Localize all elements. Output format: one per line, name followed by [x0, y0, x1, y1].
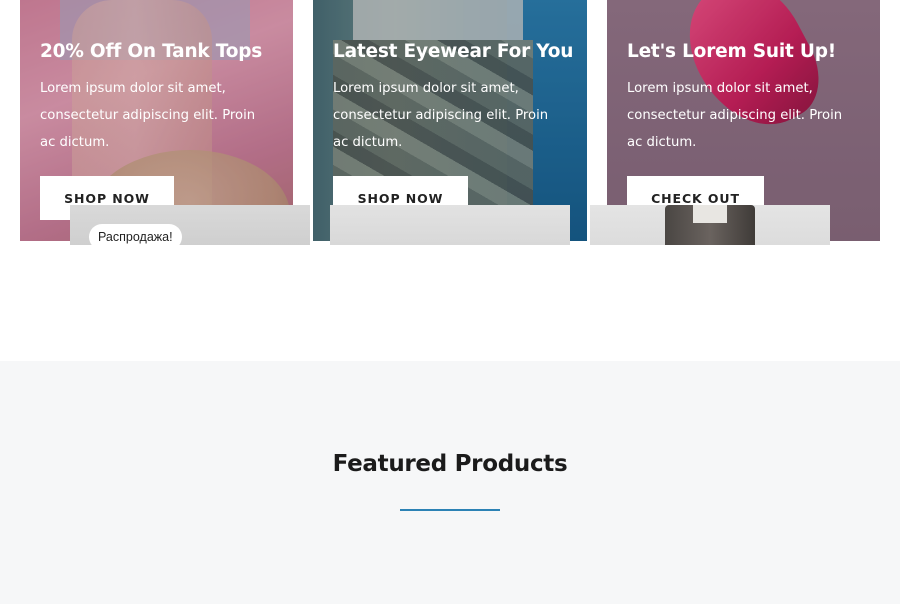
- promo-title: Let's Lorem Suit Up!: [627, 41, 837, 62]
- promo-description: Lorem ipsum dolor sit amet, consectetur …: [40, 81, 256, 150]
- promo-banner-row: 20% Off On Tank Tops Lorem ipsum dolor s…: [0, 0, 900, 360]
- promo-title: 20% Off On Tank Tops: [40, 41, 263, 62]
- product-card[interactable]: Распродажа!: [70, 205, 310, 245]
- section-title: Featured Products: [332, 451, 568, 477]
- promo-title: Latest Eyewear For You: [333, 41, 574, 62]
- featured-products-section: Featured Products: [0, 361, 900, 604]
- title-underline: [400, 509, 500, 511]
- promo-description: Lorem ipsum dolor sit amet, consectetur …: [627, 81, 843, 150]
- sale-badge: Распродажа!: [89, 224, 182, 245]
- product-card[interactable]: [330, 205, 570, 245]
- product-card[interactable]: [590, 205, 830, 245]
- promo-description: Lorem ipsum dolor sit amet, consectetur …: [333, 81, 549, 150]
